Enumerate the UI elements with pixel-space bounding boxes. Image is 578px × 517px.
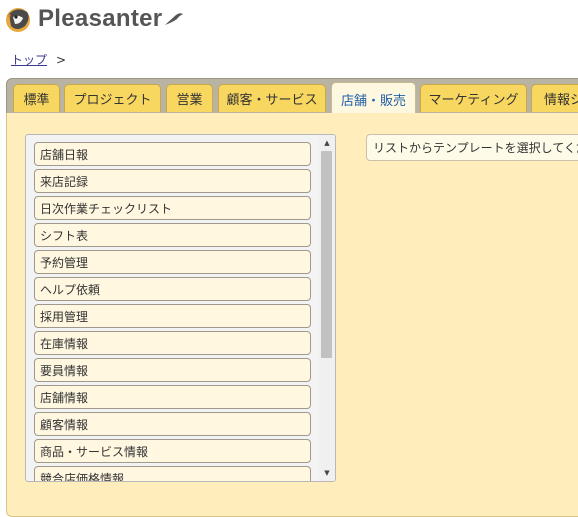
tab-store-retail[interactable]: 店舗・販売 bbox=[331, 82, 416, 115]
list-item[interactable]: 顧客情報 bbox=[34, 412, 311, 436]
breadcrumb: トップ > bbox=[11, 51, 66, 68]
app-name: Pleasanter bbox=[38, 5, 163, 32]
list-item[interactable]: 競合店価格情報 bbox=[34, 466, 311, 481]
list-item[interactable]: 来店記録 bbox=[34, 169, 311, 193]
list-item[interactable]: 予約管理 bbox=[34, 250, 311, 274]
template-selection-hint: リストからテンプレートを選択してくだ bbox=[366, 134, 578, 161]
tab-standard[interactable]: 標準 bbox=[13, 84, 60, 112]
tab-sales[interactable]: 営業 bbox=[166, 84, 213, 112]
tab-project[interactable]: プロジェクト bbox=[64, 84, 161, 112]
list-item[interactable]: 日次作業チェックリスト bbox=[34, 196, 311, 220]
breadcrumb-home-link[interactable]: トップ bbox=[11, 51, 47, 68]
list-item[interactable]: 店舗日報 bbox=[34, 142, 311, 166]
list-item[interactable]: 店舗情報 bbox=[34, 385, 311, 409]
feather-icon bbox=[165, 13, 184, 25]
list-item[interactable]: 商品・サービス情報 bbox=[34, 439, 311, 463]
list-item[interactable]: ヘルプ依頼 bbox=[34, 277, 311, 301]
tab-customer-service[interactable]: 顧客・サービス bbox=[218, 84, 326, 112]
app-logo[interactable]: Pleasanter bbox=[3, 4, 184, 34]
template-list[interactable]: 店舗日報 来店記録 日次作業チェックリスト シフト表 予約管理 ヘルプ依頼 採用… bbox=[25, 134, 336, 482]
list-item[interactable]: 要員情報 bbox=[34, 358, 311, 382]
list-scrollbar[interactable]: ▲ ▼ bbox=[319, 135, 335, 481]
pleasanter-bird-icon bbox=[6, 8, 30, 32]
triangle-up-icon[interactable]: ▲ bbox=[319, 136, 335, 150]
breadcrumb-separator: > bbox=[56, 52, 67, 67]
scrollbar-thumb[interactable] bbox=[321, 151, 332, 358]
list-item[interactable]: シフト表 bbox=[34, 223, 311, 247]
tab-information-system[interactable]: 情報シ bbox=[531, 84, 578, 112]
triangle-down-icon[interactable]: ▼ bbox=[319, 466, 335, 480]
list-item[interactable]: 在庫情報 bbox=[34, 331, 311, 355]
header: Pleasanter bbox=[0, 0, 578, 42]
template-category-tabs: 標準 プロジェクト 営業 顧客・サービス 店舗・販売 マーケティング 情報シ bbox=[6, 78, 578, 115]
list-item[interactable]: 採用管理 bbox=[34, 304, 311, 328]
tab-marketing[interactable]: マーケティング bbox=[420, 84, 527, 112]
